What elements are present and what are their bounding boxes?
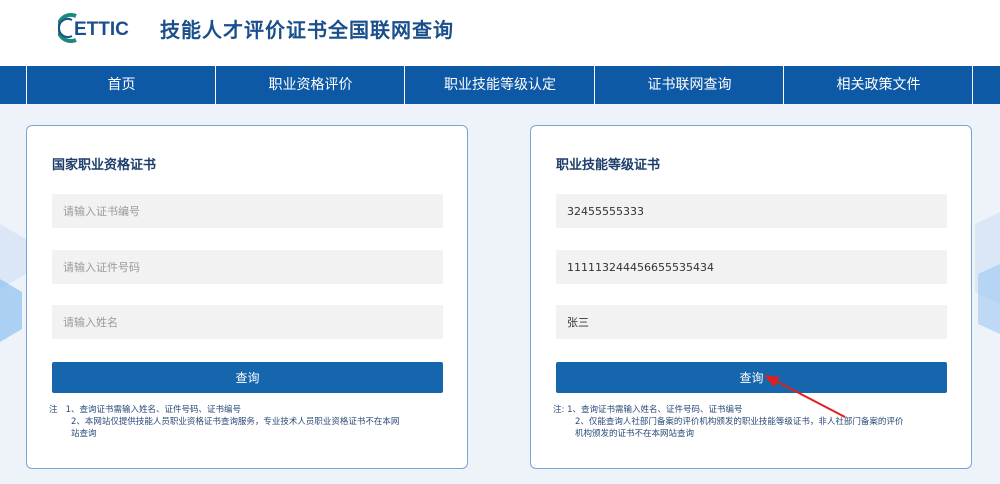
note-line-2: 2、本网站仅提供技能人员职业资格证书查询服务，专业技术人员职业资格证书不在本网 [71, 417, 400, 427]
note-line-2: 2、仅能查询人社部门备案的评价机构颁发的职业技能等级证书，非人社部门备案的评价 [575, 417, 904, 427]
note-line-1: 1、查询证书需输入姓名、证件号码、证书编号 [65, 405, 242, 415]
certificate-number-input[interactable] [52, 194, 443, 228]
note-prefix: 注: [553, 405, 565, 415]
id-number-input[interactable] [556, 250, 947, 284]
site-title: 技能人才评价证书全国联网查询 [160, 18, 454, 42]
query-note: 注: 1、查询证书需输入姓名、证件号码、证书编号 2、仅能查询人社部门备案的评价… [553, 404, 958, 440]
nav-item-vocational-qualification[interactable]: 职业资格评价 [215, 66, 405, 104]
certificate-number-input[interactable] [556, 194, 947, 228]
note-line-3: 站查询 [71, 429, 97, 439]
nav-item-skill-level-certification[interactable]: 职业技能等级认定 [404, 66, 595, 104]
note-line-3: 机构颁发的证书不在本网站查询 [575, 429, 695, 439]
main-nav: 首页 职业资格评价 职业技能等级认定 证书联网查询 相关政策文件 [0, 66, 1000, 104]
card-title: 国家职业资格证书 [52, 158, 157, 173]
skill-level-certificate-card: 职业技能等级证书 查询 注: 1、查询证书需输入姓名、证件号码、证书编号 2、仅… [530, 125, 972, 469]
nav-item-policy-documents[interactable]: 相关政策文件 [783, 66, 973, 104]
svg-text:ETTIC: ETTIC [74, 19, 129, 40]
ettic-logo[interactable]: ETTIC [58, 12, 150, 44]
nav-item-home[interactable]: 首页 [26, 66, 216, 104]
query-button[interactable]: 查询 [52, 362, 443, 393]
annotation-arrow-icon [764, 375, 846, 418]
qualification-certificate-card: 国家职业资格证书 查询 注 1、查询证书需输入姓名、证件号码、证书编号 2、本网… [26, 125, 468, 469]
query-note: 注 1、查询证书需输入姓名、证件号码、证书编号 2、本网站仅提供技能人员职业资格… [49, 404, 454, 440]
name-input[interactable] [556, 305, 947, 339]
note-line-1: 1、查询证书需输入姓名、证件号码、证书编号 [567, 405, 743, 415]
nav-item-certificate-query[interactable]: 证书联网查询 [594, 66, 784, 104]
note-prefix: 注 [49, 405, 58, 415]
id-number-input[interactable] [52, 250, 443, 284]
site-header: ETTIC 技能人才评价证书全国联网查询 [0, 0, 1000, 66]
nav-divider [972, 66, 973, 104]
card-title: 职业技能等级证书 [556, 158, 661, 173]
name-input[interactable] [52, 305, 443, 339]
query-button[interactable]: 查询 [556, 362, 947, 393]
